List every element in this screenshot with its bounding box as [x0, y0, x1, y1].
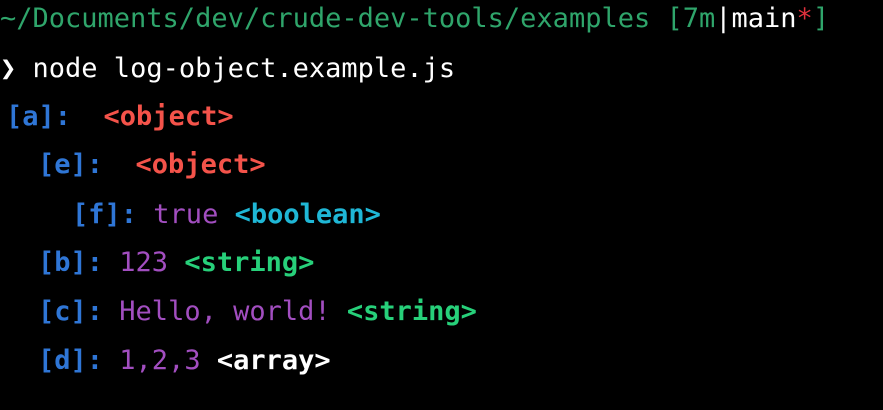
output-type-tag: <array> — [216, 345, 331, 376]
prompt-path-line: ~/Documents/dev/crude-dev-tools/examples… — [0, 2, 829, 36]
output-key: [d]: — [38, 345, 104, 376]
output-key: [b]: — [38, 247, 104, 278]
terminal-window[interactable]: ~/Documents/dev/crude-dev-tools/examples… — [0, 0, 883, 410]
output-type-tag: <boolean> — [234, 199, 381, 230]
output-row-c: [c]: Hello, world! <string> — [0, 295, 477, 329]
output-value: 1,2,3 — [119, 345, 201, 376]
output-value: true — [153, 199, 219, 230]
current-directory: ~/Documents/dev/crude-dev-tools/examples — [0, 3, 651, 34]
git-separator: | — [715, 3, 732, 34]
output-type-tag: <string> — [184, 247, 315, 278]
output-key: [f]: — [72, 199, 138, 230]
output-value: 123 — [119, 247, 169, 278]
output-type-tag: <object> — [103, 101, 234, 132]
prompt-chevron-icon: ❯ — [0, 53, 17, 84]
command-line[interactable]: ❯ node log-object.example.js — [0, 52, 455, 86]
output-row-b: [b]: 123 <string> — [0, 246, 314, 280]
output-row-a: [a]: <object> — [0, 100, 234, 134]
git-dirty-indicator: * — [796, 3, 813, 34]
git-time-since-commit: 7m — [682, 3, 716, 34]
output-key: [c]: — [38, 296, 104, 327]
output-value: Hello, world! — [119, 296, 331, 327]
git-status-open: [ — [650, 3, 683, 34]
output-row-e: [e]: <object> — [0, 148, 266, 182]
command-text: node log-object.example.js — [32, 53, 456, 84]
git-branch: main — [731, 3, 797, 34]
output-key: [e]: — [38, 149, 104, 180]
git-status-close: ] — [812, 3, 830, 34]
output-row-f: [f]: true <boolean> — [0, 198, 381, 232]
output-key: [a]: — [6, 101, 72, 132]
output-row-d: [d]: 1,2,3 <array> — [0, 344, 331, 378]
output-type-tag: <object> — [135, 149, 266, 180]
output-type-tag: <string> — [346, 296, 477, 327]
